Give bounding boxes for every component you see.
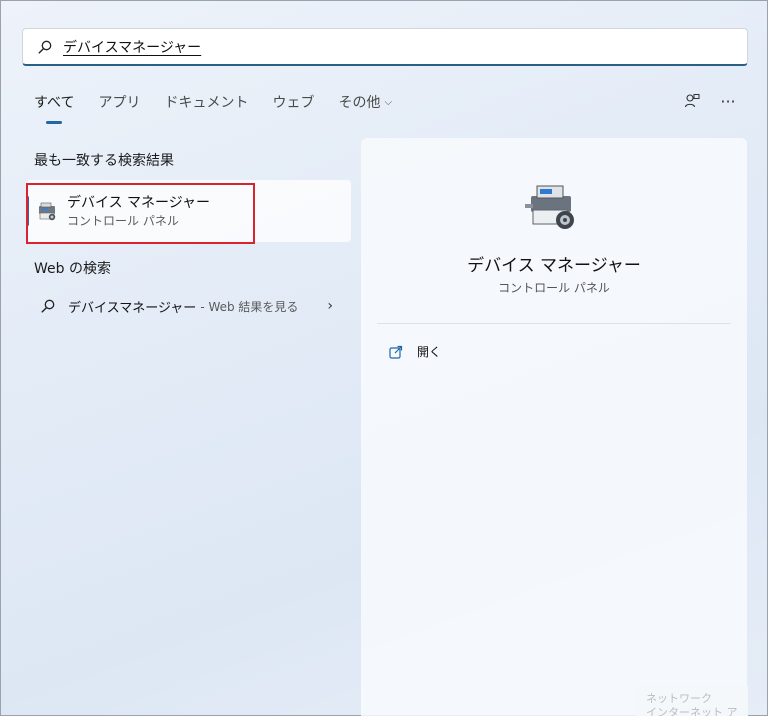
best-match-name: デバイス マネージャー	[67, 195, 211, 211]
account-button[interactable]	[680, 90, 704, 112]
tab-all[interactable]: すべて	[34, 88, 74, 116]
best-match-result[interactable]: デバイス マネージャー コントロール パネル	[26, 180, 351, 244]
tab-more[interactable]: その他 ⌵	[338, 88, 392, 116]
background-watermark: ネットワーク インターネット アクセス	[636, 686, 748, 716]
chevron-right-icon: ›	[327, 298, 333, 314]
search-input[interactable]: デバイスマネージャー	[22, 28, 748, 66]
open-label: 開く	[417, 345, 442, 359]
search-query-text[interactable]: デバイスマネージャー	[63, 37, 201, 57]
detail-subtitle: コントロール パネル	[498, 281, 610, 295]
more-options-button[interactable]: ···	[716, 90, 740, 112]
best-match-heading: 最も一致する検索結果	[34, 153, 174, 169]
search-icon	[40, 298, 56, 314]
watermark-line1: ネットワーク	[646, 692, 712, 705]
people-icon	[684, 94, 700, 108]
detail-title: デバイス マネージャー	[467, 256, 641, 276]
device-manager-large-icon	[523, 182, 583, 236]
chevron-down-icon: ⌵	[384, 96, 393, 108]
web-search-query: デバイスマネージャー	[68, 300, 197, 316]
tab-apps-label: アプリ	[98, 95, 141, 111]
watermark-line2: インターネット アクセス	[646, 706, 738, 716]
tab-documents-label: ドキュメント	[164, 95, 249, 111]
filter-tabs: すべて アプリ ドキュメント ウェブ その他 ⌵	[34, 88, 416, 116]
detail-pane: デバイス マネージャー コントロール パネル 開く	[361, 138, 747, 716]
more-icon: ···	[720, 91, 736, 111]
tab-documents[interactable]: ドキュメント	[164, 88, 248, 116]
web-search-heading: Web の検索	[34, 261, 111, 277]
search-icon	[37, 39, 53, 55]
open-external-icon	[388, 344, 404, 360]
web-search-suffix: - Web 結果を見る	[200, 299, 299, 314]
tab-web[interactable]: ウェブ	[272, 88, 314, 116]
top-right-actions: ···	[668, 90, 740, 112]
web-search-result[interactable]: デバイスマネージャー - Web 結果を見る ›	[26, 292, 351, 320]
tab-web-label: ウェブ	[272, 95, 315, 111]
divider	[377, 323, 731, 324]
device-manager-icon	[36, 200, 60, 228]
tab-more-label: その他	[338, 95, 381, 111]
best-match-subtitle: コントロール パネル	[67, 214, 179, 228]
tab-all-label: すべて	[34, 95, 75, 111]
open-action[interactable]: 開く	[388, 343, 441, 360]
tab-apps[interactable]: アプリ	[98, 88, 140, 116]
